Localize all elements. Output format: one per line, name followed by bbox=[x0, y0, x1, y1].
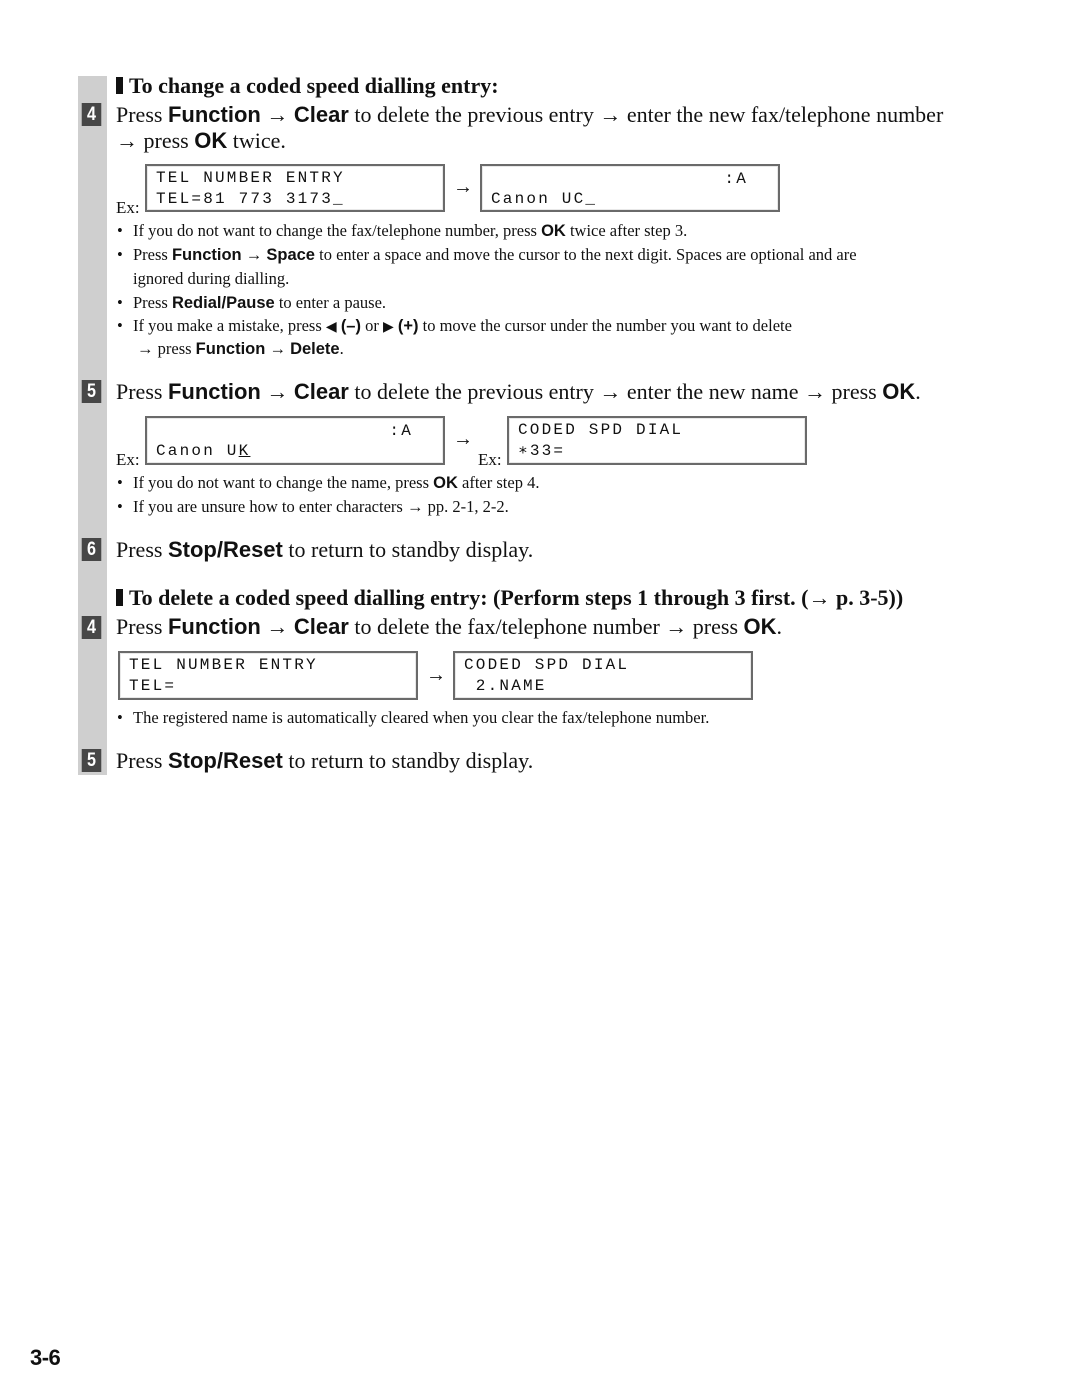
note-item: • If you do not want to change the name, … bbox=[117, 473, 540, 492]
note-item: • Press Function → Space to enter a space… bbox=[117, 245, 857, 264]
lcd-cursor: K bbox=[238, 442, 251, 460]
lcd-display-tel-entry: TEL NUMBER ENTRY TEL= bbox=[118, 651, 418, 700]
lcd-display-tel-entry: TEL NUMBER ENTRY TEL=81 773 3173_ bbox=[145, 164, 445, 212]
lcd-line-2: Canon UC_ bbox=[491, 190, 598, 208]
step-badge-5: 5 bbox=[81, 749, 102, 772]
section-heading-change: To change a coded speed dialling entry: bbox=[116, 73, 499, 99]
lcd-line-2: TEL= bbox=[129, 677, 177, 695]
lcd-line-1: TEL NUMBER ENTRY bbox=[129, 656, 318, 674]
note-item: • If you do not want to change the fax/te… bbox=[117, 221, 688, 240]
step-badge-4: 4 bbox=[81, 616, 102, 639]
step-margin-bar bbox=[78, 76, 107, 775]
page-number: 3-6 bbox=[30, 1345, 61, 1370]
heading-text: To change a coded speed dialling entry: bbox=[129, 73, 499, 98]
example-label: Ex: bbox=[116, 450, 140, 469]
lcd-display-coded-spd: CODED SPD DIAL ∗33= bbox=[507, 416, 807, 465]
arrow-right-icon: → bbox=[453, 176, 473, 198]
right-arrow-key-icon: ▶ bbox=[382, 320, 394, 335]
lcd-line-1: CODED SPD DIAL bbox=[518, 421, 684, 439]
section-heading-delete: To delete a coded speed dialling entry: … bbox=[116, 585, 903, 611]
left-arrow-key-icon: ◀ bbox=[325, 320, 337, 335]
key-clear: Clear bbox=[293, 102, 349, 127]
note-item: • If you make a mistake, press ◀ (–) or ▶… bbox=[117, 316, 792, 335]
step-5-instruction: Press Function → Clear to delete the pre… bbox=[116, 379, 921, 404]
lcd-display-name: :A Canon UC_ bbox=[480, 164, 780, 212]
heading-marker-icon bbox=[116, 77, 123, 94]
lcd-mode-indicator: :A bbox=[389, 422, 413, 440]
lcd-mode-indicator: :A bbox=[724, 170, 748, 188]
key-function: Function bbox=[167, 102, 261, 127]
key-ok: OK bbox=[194, 128, 228, 153]
heading-marker-icon bbox=[116, 589, 123, 606]
example-label: Ex: bbox=[116, 198, 140, 217]
lcd-line-2: Canon UK bbox=[156, 442, 251, 460]
lcd-line-2: 2.NAME bbox=[464, 677, 547, 695]
step-4-instruction: Press Function → Clear to delete the pre… bbox=[116, 102, 944, 127]
note-item-cont: ignored during dialling. bbox=[133, 269, 290, 288]
arrow-right-icon: → bbox=[453, 428, 473, 450]
lcd-line-1: TEL NUMBER ENTRY bbox=[156, 169, 345, 187]
lcd-display-name-entry: :A Canon UK bbox=[145, 416, 445, 465]
example-label: Ex: bbox=[478, 450, 502, 469]
note-item: • Press Redial/Pause to enter a pause. bbox=[117, 293, 387, 312]
step-4-instruction-cont: → press OK twice. bbox=[116, 128, 286, 153]
note-item: • The registered name is automatically cl… bbox=[117, 708, 710, 727]
lcd-line-2: TEL=81 773 3173_ bbox=[156, 190, 345, 208]
lcd-display-coded-spd: CODED SPD DIAL 2.NAME bbox=[453, 651, 753, 700]
note-item-cont: → press Function → Delete. bbox=[137, 339, 344, 358]
note-item: • If you are unsure how to enter characte… bbox=[117, 497, 509, 516]
step-4-instruction: Press Function → Clear to delete the fax… bbox=[116, 614, 783, 639]
step-6-instruction: Press Stop/Reset to return to standby di… bbox=[116, 537, 534, 562]
lcd-line-1: CODED SPD DIAL bbox=[464, 656, 630, 674]
step-badge-5: 5 bbox=[81, 380, 102, 403]
arrow-right-icon: → bbox=[426, 664, 446, 686]
step-badge-6: 6 bbox=[81, 538, 102, 561]
step-badge-4: 4 bbox=[81, 103, 102, 126]
lcd-line-2: ∗33= bbox=[518, 442, 566, 460]
heading-text: To delete a coded speed dialling entry: … bbox=[129, 585, 904, 610]
step-5-instruction: Press Stop/Reset to return to standby di… bbox=[116, 748, 534, 773]
